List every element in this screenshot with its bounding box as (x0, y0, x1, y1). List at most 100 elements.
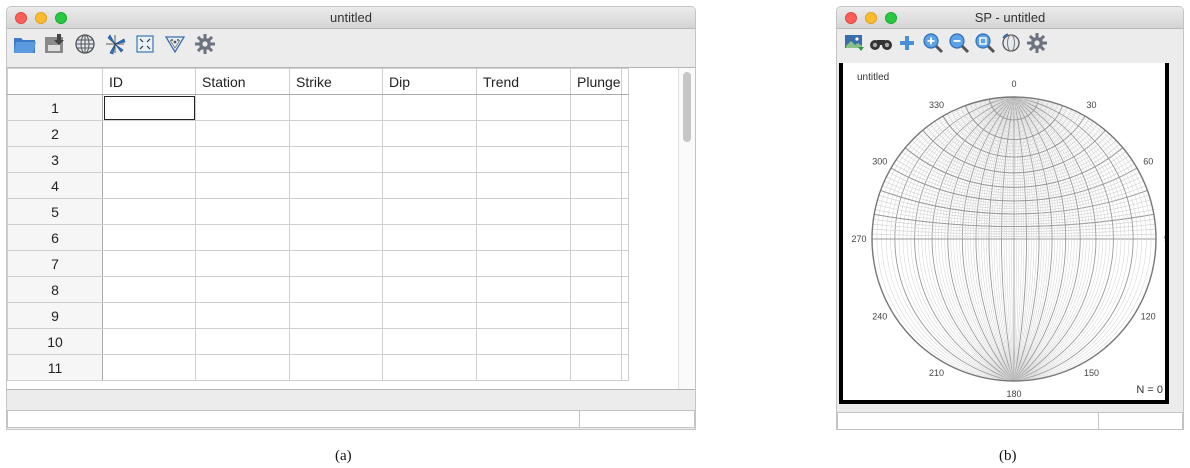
table-cell[interactable] (476, 146, 571, 173)
table-cell[interactable] (476, 276, 571, 303)
table-cell[interactable] (382, 172, 477, 199)
table-cell[interactable] (195, 146, 290, 173)
table-cell[interactable] (570, 172, 622, 199)
table-cell[interactable] (570, 146, 622, 173)
table-cell[interactable] (195, 328, 290, 355)
row-header[interactable]: 7 (7, 250, 103, 277)
binoculars-icon[interactable] (869, 31, 893, 55)
table-cell[interactable] (102, 302, 196, 329)
table-cell[interactable] (289, 224, 383, 251)
title-bar[interactable]: untitled (7, 7, 695, 29)
zoom-fit-icon[interactable] (973, 31, 997, 55)
table-cell[interactable] (102, 354, 196, 381)
table-cell[interactable] (570, 276, 622, 303)
table-cell[interactable] (195, 354, 290, 381)
row-header[interactable]: 5 (7, 198, 103, 225)
zoom-in-icon[interactable] (921, 31, 945, 55)
scrollbar-thumb[interactable] (683, 72, 691, 142)
column-header-id[interactable]: ID (102, 68, 196, 95)
table-cell-selected[interactable] (102, 94, 196, 121)
table-cell[interactable] (289, 250, 383, 277)
table-cell[interactable] (195, 276, 290, 303)
table-cell[interactable] (382, 120, 477, 147)
export-image-icon[interactable] (843, 31, 867, 55)
row-header[interactable]: 4 (7, 172, 103, 199)
table-cell[interactable] (195, 250, 290, 277)
table-cell[interactable] (289, 302, 383, 329)
row-header[interactable]: 6 (7, 224, 103, 251)
column-header-dip[interactable]: Dip (382, 68, 477, 95)
table-cell[interactable] (476, 250, 571, 277)
save-icon[interactable] (43, 32, 67, 56)
table-cell[interactable] (476, 94, 571, 121)
table-cell[interactable] (570, 224, 622, 251)
table-cell[interactable] (476, 198, 571, 225)
table-cell[interactable] (102, 250, 196, 277)
gear-icon[interactable] (1025, 31, 1049, 55)
corner-cell[interactable] (7, 68, 103, 95)
rotate-net-icon[interactable] (999, 31, 1023, 55)
table-cell[interactable] (102, 328, 196, 355)
table-cell[interactable] (195, 224, 290, 251)
table-cell[interactable] (102, 146, 196, 173)
row-header[interactable]: 11 (7, 354, 103, 381)
table-cell[interactable] (570, 302, 622, 329)
table-cell[interactable] (382, 354, 477, 381)
fit-icon[interactable] (133, 32, 157, 56)
table-cell[interactable] (570, 94, 622, 121)
table-cell[interactable] (476, 302, 571, 329)
row-header[interactable]: 1 (7, 94, 103, 121)
row-header[interactable]: 3 (7, 146, 103, 173)
table-cell[interactable] (382, 276, 477, 303)
table-cell[interactable] (476, 172, 571, 199)
table-cell[interactable] (195, 94, 290, 121)
table-cell[interactable] (289, 328, 383, 355)
table-cell[interactable] (476, 120, 571, 147)
table-cell[interactable] (382, 198, 477, 225)
column-header-plunge[interactable]: Plunge (570, 68, 622, 95)
table-cell[interactable] (102, 224, 196, 251)
row-header[interactable]: 10 (7, 328, 103, 355)
table-cell[interactable] (289, 354, 383, 381)
table-cell[interactable] (102, 198, 196, 225)
table-cell[interactable] (382, 146, 477, 173)
stereonet-plot[interactable]: untitled N = 0 0 30 60 90 120 150 180 210 240 270… (839, 63, 1169, 404)
row-header[interactable]: 8 (7, 276, 103, 303)
open-folder-icon[interactable] (13, 32, 37, 56)
table-cell[interactable] (289, 198, 383, 225)
gear-icon[interactable] (193, 32, 217, 56)
triangle-icon[interactable] (163, 32, 187, 56)
plus-icon[interactable] (895, 31, 919, 55)
table-cell[interactable] (195, 120, 290, 147)
table-cell[interactable] (570, 120, 622, 147)
table-cell[interactable] (382, 328, 477, 355)
table-cell[interactable] (289, 94, 383, 121)
column-header-strike[interactable]: Strike (289, 68, 383, 95)
table-cell[interactable] (382, 224, 477, 251)
table-cell[interactable] (289, 172, 383, 199)
table-cell[interactable] (382, 302, 477, 329)
table-cell[interactable] (102, 172, 196, 199)
table-cell[interactable] (570, 328, 622, 355)
table-cell[interactable] (102, 276, 196, 303)
table-cell[interactable] (195, 198, 290, 225)
column-header-station[interactable]: Station (195, 68, 290, 95)
globe-icon[interactable] (73, 32, 97, 56)
table-cell[interactable] (570, 250, 622, 277)
table-cell[interactable] (102, 120, 196, 147)
table-cell[interactable] (476, 224, 571, 251)
table-cell[interactable] (570, 198, 622, 225)
table-cell[interactable] (289, 146, 383, 173)
zoom-out-icon[interactable] (947, 31, 971, 55)
rose-diagram-icon[interactable] (103, 32, 127, 56)
table-cell[interactable] (382, 250, 477, 277)
table-cell[interactable] (476, 328, 571, 355)
column-header-trend[interactable]: Trend (476, 68, 571, 95)
table-cell[interactable] (382, 94, 477, 121)
row-header[interactable]: 9 (7, 302, 103, 329)
row-header[interactable]: 2 (7, 120, 103, 147)
title-bar[interactable]: SP - untitled (837, 7, 1183, 29)
table-cell[interactable] (195, 172, 290, 199)
table-cell[interactable] (570, 354, 622, 381)
table-cell[interactable] (195, 302, 290, 329)
